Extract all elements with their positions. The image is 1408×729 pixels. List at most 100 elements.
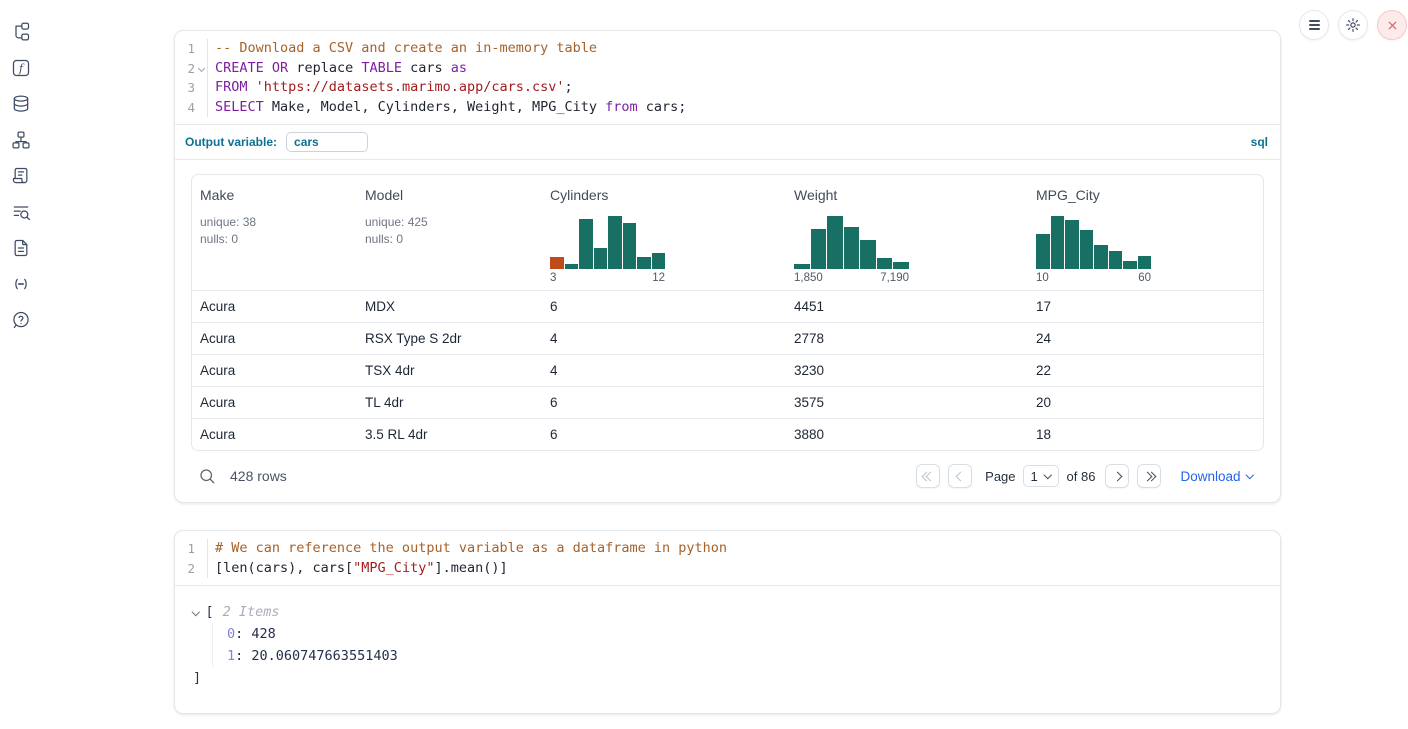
column-name[interactable]: Make [200,187,349,203]
histogram-bar [1065,220,1079,269]
column-name[interactable]: Cylinders [550,187,778,203]
histogram-bar [827,216,843,269]
table-cell: 6 [542,291,786,322]
code-line[interactable]: FROM 'https://datasets.marimo.app/cars.c… [215,78,686,98]
language-badge: sql [1251,135,1268,149]
code-line[interactable]: SELECT Make, Model, Cylinders, Weight, M… [215,98,686,118]
double-chevron-right-icon [1144,473,1155,480]
histogram-bar [1123,261,1137,269]
histogram-bar [550,257,564,269]
list-search-icon[interactable] [11,202,31,222]
code-line[interactable]: [len(cars), cars["MPG_City"].mean()] [215,559,727,579]
column-name[interactable]: Weight [794,187,1020,203]
table-row[interactable]: Acura3.5 RL 4dr6388018 [192,418,1263,450]
histogram-bar [893,262,909,269]
histogram-bar [579,219,593,269]
line-number-gutter: 12 [175,539,208,578]
fold-toggle-icon[interactable] [195,66,207,71]
output-variable-label: Output variable: [185,135,277,149]
column-histogram[interactable] [1036,216,1151,269]
histogram-bar [1109,251,1123,269]
database-icon[interactable] [11,94,31,114]
python-code-editor[interactable]: 12 # We can reference the output variabl… [175,531,1280,585]
gear-icon [1345,17,1361,33]
svg-text:f: f [18,62,25,75]
download-button[interactable]: Download [1180,469,1252,484]
code-line[interactable]: -- Download a CSV and create an in-memor… [215,39,686,59]
close-button[interactable] [1377,10,1407,40]
histogram-bar [637,257,651,269]
table-cell: 6 [542,387,786,418]
table-row[interactable]: AcuraRSX Type S 2dr4277824 [192,322,1263,354]
file-tree-icon[interactable] [11,22,31,42]
document-icon[interactable] [11,238,31,258]
page-select-value: 1 [1031,469,1038,484]
histogram-bar [565,264,579,269]
column-name[interactable]: Model [365,187,534,203]
tree-entries: 0: 4281: 20.060747663551403 [212,623,1264,667]
next-page-button[interactable] [1105,464,1129,488]
histogram-bar [1138,256,1152,269]
script-icon[interactable] [11,166,31,186]
items-count-label: 2 Items [223,601,280,623]
histogram-bar [860,240,876,269]
data-table: Make unique: 38nulls: 0 Model unique: 425nu… [191,174,1264,451]
search-icon[interactable] [197,466,217,486]
histogram-bar [652,253,666,269]
column-name[interactable]: MPG_City [1036,187,1255,203]
page-label: Page [985,469,1015,484]
table-cell: 24 [1028,323,1263,354]
table-cell: Acura [192,291,357,322]
first-page-button[interactable] [916,464,940,488]
function-icon[interactable]: f [11,58,31,78]
tree-entry: 1: 20.060747663551403 [227,645,1264,667]
histogram-bar [794,264,810,269]
column-header: Make unique: 38nulls: 0 [192,175,357,290]
histogram-bar [1080,230,1094,269]
code-line[interactable]: # We can reference the output variable a… [215,539,727,559]
hamburger-icon [1309,20,1320,30]
histogram-bar [594,248,608,269]
prev-page-button[interactable] [948,464,972,488]
table-cell: 3230 [786,355,1028,386]
menu-button[interactable] [1299,10,1329,40]
column-histogram[interactable] [794,216,909,269]
python-cell-output: [ 2 Items 0: 4281: 20.060747663551403 ] [175,585,1280,713]
chevron-down-icon [1044,471,1052,479]
histogram-bar [844,227,860,269]
sql-code-editor[interactable]: 1234 -- Download a CSV and create an in-… [175,31,1280,124]
close-bracket: ] [193,667,1264,689]
last-page-button[interactable] [1137,464,1161,488]
histogram-bar [877,258,893,269]
column-stats: unique: 425nulls: 0 [365,214,534,247]
collapse-chevron-icon[interactable] [192,608,200,616]
table-row[interactable]: AcuraMDX6445117 [192,290,1263,322]
column-histogram[interactable] [550,216,665,269]
table-cell: 18 [1028,419,1263,450]
tree-entry: 0: 428 [227,623,1264,645]
table-row[interactable]: AcuraTSX 4dr4323022 [192,354,1263,386]
settings-button[interactable] [1338,10,1368,40]
chevron-left-icon [955,471,965,481]
table-cell: Acura [192,419,357,450]
column-header: Cylinders 312 [542,175,786,290]
table-cell: 3575 [786,387,1028,418]
table-row[interactable]: AcuraTL 4dr6357520 [192,386,1263,418]
chevron-right-icon [1113,471,1123,481]
snippets-icon[interactable] [11,274,31,294]
table-cell: MDX [357,291,542,322]
histogram-axis-labels: 1060 [1036,272,1151,284]
code-line[interactable]: CREATE OR replace TABLE cars as [215,59,686,79]
line-number: 3 [176,80,195,95]
output-variable-input[interactable] [286,132,368,152]
sql-cell-output: Make unique: 38nulls: 0 Model unique: 425nu… [175,159,1280,502]
histogram-axis-labels: 312 [550,272,665,284]
double-chevron-left-icon [923,473,934,480]
table-cell: 22 [1028,355,1263,386]
dependency-graph-icon[interactable] [11,130,31,150]
table-header: Make unique: 38nulls: 0 Model unique: 425nu… [192,175,1263,290]
help-icon[interactable] [11,310,31,330]
page-select[interactable]: 1 [1023,465,1059,487]
column-header: MPG_City 1060 [1028,175,1263,290]
column-stats: unique: 38nulls: 0 [200,214,349,247]
